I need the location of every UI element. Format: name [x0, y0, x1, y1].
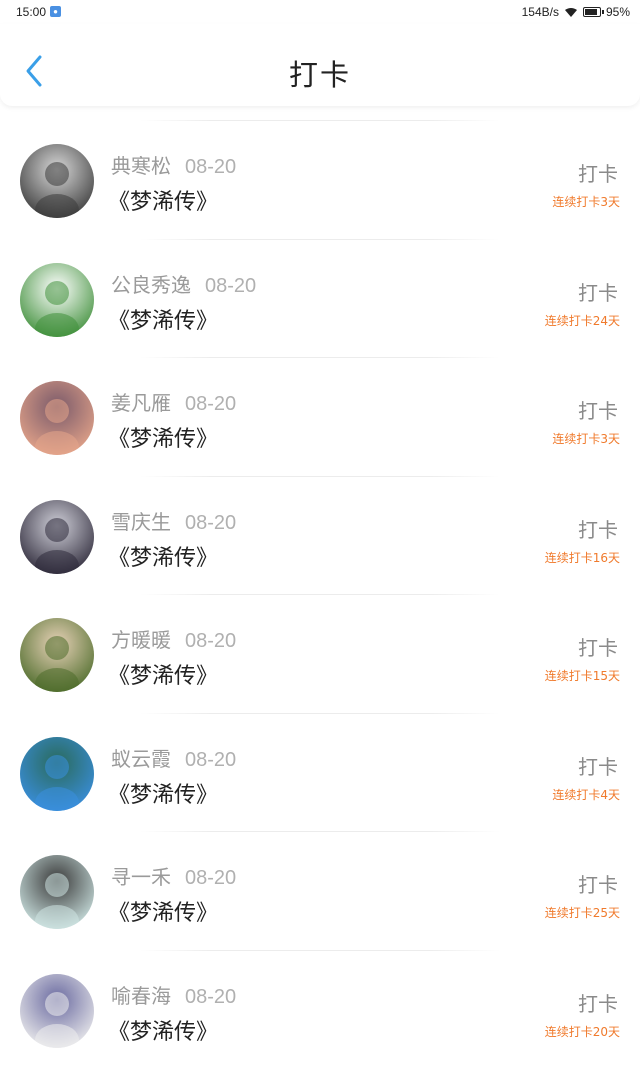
list-item[interactable]: 蚁云霞 08-20 《梦浠传》 打卡 连续打卡4天	[0, 713, 640, 832]
divider	[140, 713, 500, 714]
list-item[interactable]: 方暖暖 08-20 《梦浠传》 打卡 连续打卡15天	[0, 594, 640, 713]
avatar-image	[20, 263, 94, 337]
avatar[interactable]	[20, 263, 94, 337]
user-name-text: 公良秀逸	[111, 273, 191, 297]
streak-label: 连续打卡24天	[545, 312, 620, 329]
checkin-button[interactable]: 打卡	[578, 632, 618, 661]
streak-label: 连续打卡20天	[545, 1023, 620, 1040]
checkin-button[interactable]: 打卡	[578, 514, 618, 543]
avatar[interactable]	[20, 737, 94, 811]
avatar[interactable]	[20, 974, 94, 1048]
book-title: 《梦浠传》	[108, 777, 218, 809]
user-name: 喻春海 08-20	[111, 980, 236, 1009]
user-name: 蚁云霞 08-20	[111, 743, 236, 772]
checkin-date: 08-20	[185, 630, 236, 652]
status-bar: 15:00 ● 154B/s 95%	[0, 0, 640, 24]
user-name: 姜凡雁 08-20	[111, 387, 236, 416]
divider	[140, 594, 500, 595]
checkin-button[interactable]: 打卡	[578, 395, 618, 424]
checkin-date: 08-20	[185, 393, 236, 415]
user-name-text: 寻一禾	[111, 865, 171, 889]
battery-percent: 95%	[606, 5, 630, 19]
checkin-date: 08-20	[185, 986, 236, 1008]
user-name: 寻一禾 08-20	[111, 861, 236, 890]
streak-label: 连续打卡3天	[552, 193, 620, 210]
battery-icon	[583, 7, 601, 17]
avatar[interactable]	[20, 618, 94, 692]
avatar-image	[20, 144, 94, 218]
avatar-image	[20, 855, 94, 929]
app-notification-icon: ●	[50, 6, 61, 17]
user-name-text: 典寒松	[111, 154, 171, 178]
checkin-button[interactable]: 打卡	[578, 988, 618, 1017]
divider	[140, 831, 500, 832]
avatar-image	[20, 500, 94, 574]
book-title: 《梦浠传》	[108, 895, 218, 927]
checkin-date: 08-20	[185, 156, 236, 178]
status-indicators: 154B/s 95%	[522, 5, 630, 19]
list-item[interactable]: 公良秀逸 08-20 《梦浠传》 打卡 连续打卡24天	[0, 239, 640, 358]
avatar[interactable]	[20, 381, 94, 455]
divider	[140, 950, 500, 951]
checkin-button[interactable]: 打卡	[578, 869, 618, 898]
divider	[140, 357, 500, 358]
book-title: 《梦浠传》	[108, 421, 218, 453]
list-item[interactable]: 喻春海 08-20 《梦浠传》 打卡 连续打卡20天	[0, 950, 640, 1068]
app-header: 打卡	[0, 24, 640, 106]
book-title: 《梦浠传》	[108, 303, 218, 335]
book-title: 《梦浠传》	[108, 540, 218, 572]
list-item[interactable]: 雪庆生 08-20 《梦浠传》 打卡 连续打卡16天	[0, 476, 640, 595]
user-name-text: 雪庆生	[111, 510, 171, 534]
checkin-button[interactable]: 打卡	[578, 277, 618, 306]
user-name-text: 姜凡雁	[111, 391, 171, 415]
avatar-image	[20, 618, 94, 692]
user-name: 雪庆生 08-20	[111, 506, 236, 535]
streak-label: 连续打卡16天	[545, 549, 620, 566]
checkin-list: 典寒松 08-20 《梦浠传》 打卡 连续打卡3天 公良秀逸 08-20 《梦浠传》…	[0, 120, 640, 1068]
book-title: 《梦浠传》	[108, 184, 218, 216]
page-title: 打卡	[0, 52, 640, 94]
divider	[140, 239, 500, 240]
status-time: 15:00	[16, 5, 46, 19]
divider	[140, 120, 500, 121]
divider	[140, 476, 500, 477]
avatar-image	[20, 737, 94, 811]
streak-label: 连续打卡4天	[552, 786, 620, 803]
network-speed: 154B/s	[522, 5, 559, 19]
avatar[interactable]	[20, 144, 94, 218]
book-title: 《梦浠传》	[108, 1014, 218, 1046]
book-title: 《梦浠传》	[108, 658, 218, 690]
avatar[interactable]	[20, 500, 94, 574]
checkin-date: 08-20	[205, 275, 256, 297]
checkin-date: 08-20	[185, 867, 236, 889]
checkin-date: 08-20	[185, 512, 236, 534]
list-item[interactable]: 寻一禾 08-20 《梦浠传》 打卡 连续打卡25天	[0, 831, 640, 950]
streak-label: 连续打卡25天	[545, 904, 620, 921]
list-item[interactable]: 典寒松 08-20 《梦浠传》 打卡 连续打卡3天	[0, 120, 640, 239]
avatar-image	[20, 381, 94, 455]
user-name: 公良秀逸 08-20	[111, 269, 256, 298]
avatar-image	[20, 974, 94, 1048]
user-name: 典寒松 08-20	[111, 150, 236, 179]
streak-label: 连续打卡3天	[552, 430, 620, 447]
wifi-icon	[564, 7, 578, 18]
user-name-text: 喻春海	[111, 984, 171, 1008]
checkin-button[interactable]: 打卡	[578, 751, 618, 780]
list-item[interactable]: 姜凡雁 08-20 《梦浠传》 打卡 连续打卡3天	[0, 357, 640, 476]
user-name: 方暖暖 08-20	[111, 624, 236, 653]
user-name-text: 方暖暖	[111, 628, 171, 652]
checkin-button[interactable]: 打卡	[578, 158, 618, 187]
streak-label: 连续打卡15天	[545, 667, 620, 684]
avatar[interactable]	[20, 855, 94, 929]
user-name-text: 蚁云霞	[111, 747, 171, 771]
checkin-date: 08-20	[185, 749, 236, 771]
